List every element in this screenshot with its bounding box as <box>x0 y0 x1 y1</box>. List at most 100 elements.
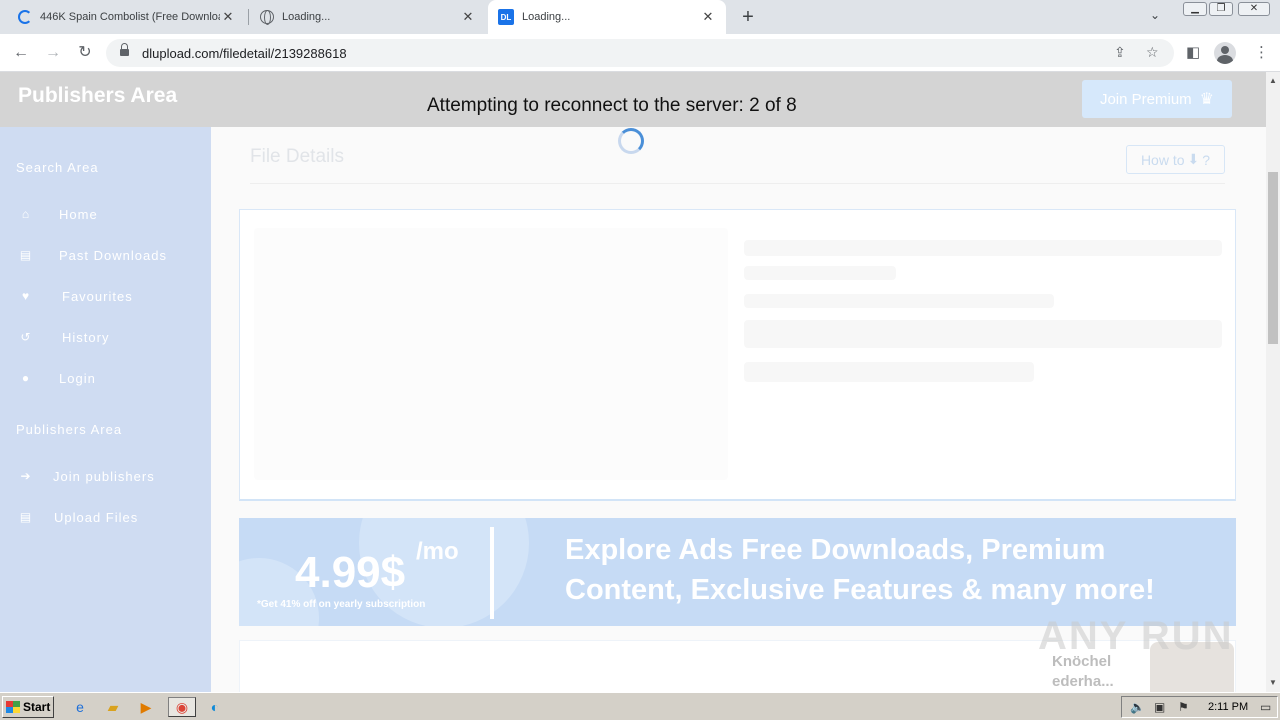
preview-placeholder <box>254 228 728 480</box>
chrome-icon[interactable]: ◉ <box>168 697 196 717</box>
tab-separator <box>248 9 249 25</box>
menu-kebab-icon[interactable]: ⋮ <box>1254 43 1269 61</box>
network-icon[interactable]: ▣ <box>1154 700 1165 714</box>
sidebar-item-label: Login <box>59 370 96 386</box>
home-icon: ⌂ <box>21 207 31 221</box>
tab-title: Loading... <box>282 11 331 23</box>
loading-spinner <box>618 128 644 154</box>
clock[interactable]: 2:11 PM <box>1208 701 1248 713</box>
ad-caption-line2: ederha... <box>1052 673 1114 690</box>
show-desktop-icon[interactable]: ▭ <box>1260 700 1271 714</box>
tab-loading-1[interactable]: Loading... ✕ <box>250 0 486 34</box>
sidebar: Search Area ⌂ Home ▤ Past Downloads ♥ Fa… <box>0 127 211 692</box>
sidebar-item-upload-files[interactable]: ▤ Upload Files <box>16 507 138 527</box>
skeleton-line <box>744 362 1034 382</box>
divider <box>250 183 1225 184</box>
tab-strip: 446K Spain Combolist (Free Downloa ✕ Loa… <box>0 0 1280 34</box>
internet-explorer-icon[interactable]: e <box>69 697 91 717</box>
lock-icon[interactable] <box>120 43 129 57</box>
file-details-card <box>239 209 1236 501</box>
sidebar-heading-search: Search Area <box>16 160 99 175</box>
how-to-suffix: ? <box>1202 151 1211 168</box>
sidebar-item-past-downloads[interactable]: ▤ Past Downloads <box>16 245 167 265</box>
action-center-flag-icon[interactable]: ⚑ <box>1178 700 1189 714</box>
page-viewport: Publishers Area Join Premium ♛ Attemptin… <box>0 72 1266 692</box>
side-panel-icon[interactable]: ◧ <box>1186 43 1200 61</box>
join-premium-button[interactable]: Join Premium ♛ <box>1082 80 1232 118</box>
profile-avatar-icon[interactable] <box>1214 42 1236 64</box>
windows-logo-icon <box>6 701 20 713</box>
start-label: Start <box>23 700 51 714</box>
sidebar-item-label: Past Downloads <box>59 247 167 263</box>
promo-headline-line1: Explore Ads Free Downloads, Premium <box>565 534 1106 566</box>
premium-promo-banner[interactable]: 4.99$ /mo *Get 41% off on yearly subscri… <box>239 518 1236 626</box>
heart-icon: ♥ <box>21 289 31 303</box>
sidebar-item-home[interactable]: ⌂ Home <box>16 204 98 224</box>
crown-icon: ♛ <box>1199 91 1215 108</box>
reload-button[interactable]: ↻ <box>74 42 96 64</box>
tab-search-button[interactable]: ⌄ <box>1150 8 1160 22</box>
tab-title: Loading... <box>522 11 571 23</box>
back-button[interactable]: ← <box>10 42 32 64</box>
dl-logo-icon: DL <box>498 9 514 25</box>
loading-spinner-icon <box>18 10 32 24</box>
tab-spain-combolist[interactable]: 446K Spain Combolist (Free Downloa ✕ <box>8 0 246 34</box>
url-text[interactable]: dlupload.com/filedetail/2139288618 <box>142 46 347 61</box>
browser-toolbar: ← → ↻ dlupload.com/filedetail/2139288618… <box>0 34 1280 72</box>
promo-period: /mo <box>416 538 459 565</box>
page-scrollbar[interactable]: ▲ ▼ <box>1266 72 1280 692</box>
scrollbar-thumb[interactable] <box>1268 172 1278 344</box>
sidebar-item-favourites[interactable]: ♥ Favourites <box>16 286 133 306</box>
user-icon: ● <box>21 371 31 385</box>
close-window-button[interactable]: ✕ <box>1238 2 1270 16</box>
sidebar-item-label: History <box>62 329 110 345</box>
tab-loading-active[interactable]: DL Loading... ✕ <box>488 0 726 34</box>
restore-button[interactable]: ❐ <box>1209 2 1233 16</box>
ad-caption-line1: Knöchel <box>1052 653 1112 670</box>
new-tab-button[interactable]: + <box>738 7 758 27</box>
page-title: File Details <box>250 146 344 167</box>
address-bar[interactable]: dlupload.com/filedetail/2139288618 ⇪ ☆ <box>106 39 1174 67</box>
close-tab-icon[interactable]: ✕ <box>700 9 716 25</box>
sidebar-item-label: Favourites <box>62 288 133 304</box>
scroll-down-arrow-icon[interactable]: ▼ <box>1269 678 1277 687</box>
skeleton-line <box>744 294 1054 308</box>
minimize-button[interactable]: ▁ <box>1183 2 1207 16</box>
bookmark-star-icon[interactable]: ☆ <box>1146 44 1159 61</box>
history-icon: ↺ <box>20 330 32 344</box>
scroll-up-arrow-icon[interactable]: ▲ <box>1269 76 1277 85</box>
skeleton-block <box>744 320 1222 348</box>
close-tab-icon[interactable]: ✕ <box>220 9 236 25</box>
file-explorer-icon[interactable]: ▰ <box>102 697 124 717</box>
how-to-label: How to <box>1140 151 1185 168</box>
ad-caption[interactable]: Knöchel ederha... <box>1052 652 1114 692</box>
skeleton-line <box>744 240 1222 256</box>
brand-title[interactable]: Publishers Area <box>18 84 177 108</box>
forward-button[interactable]: → <box>42 42 64 64</box>
close-tab-icon[interactable]: ✕ <box>460 9 476 25</box>
join-premium-label: Join Premium <box>1099 90 1192 108</box>
system-tray: 🔈 ▣ ⚑ 2:11 PM ▭ <box>1121 696 1278 718</box>
sidebar-item-login[interactable]: ● Login <box>16 368 96 388</box>
reconnect-message: Attempting to reconnect to the server: 2… <box>427 95 797 116</box>
media-player-icon[interactable]: ▶ <box>135 697 157 717</box>
download-icon: ⬇ <box>1187 151 1200 167</box>
sidebar-item-label: Join publishers <box>53 468 155 484</box>
share-icon[interactable]: ⇪ <box>1114 44 1126 61</box>
edge-icon[interactable]: ◐ <box>204 697 226 717</box>
start-button[interactable]: Start <box>2 696 54 718</box>
sign-in-icon: ➔ <box>20 469 32 483</box>
promo-divider <box>490 527 494 619</box>
volume-icon[interactable]: 🔈 <box>1130 700 1145 714</box>
sidebar-item-history[interactable]: ↺ History <box>16 327 109 347</box>
globe-icon <box>260 10 274 25</box>
promo-note: *Get 41% off on yearly subscription <box>257 599 426 610</box>
sidebar-item-label: Home <box>59 206 98 222</box>
sidebar-item-join-publishers[interactable]: ➔ Join publishers <box>16 466 155 486</box>
tab-title: 446K Spain Combolist (Free Downloa <box>40 11 220 23</box>
taskbar: Start e ▰ ▶ ◉ ◐ 🔈 ▣ ⚑ 2:11 PM ▭ <box>0 692 1280 720</box>
sidebar-item-label: Upload Files <box>54 509 139 525</box>
promo-headline-line2: Content, Exclusive Features & many more! <box>565 574 1155 606</box>
how-to-download-button[interactable]: How to ⬇ ? <box>1126 145 1225 174</box>
file-download-icon: ▤ <box>19 248 33 262</box>
